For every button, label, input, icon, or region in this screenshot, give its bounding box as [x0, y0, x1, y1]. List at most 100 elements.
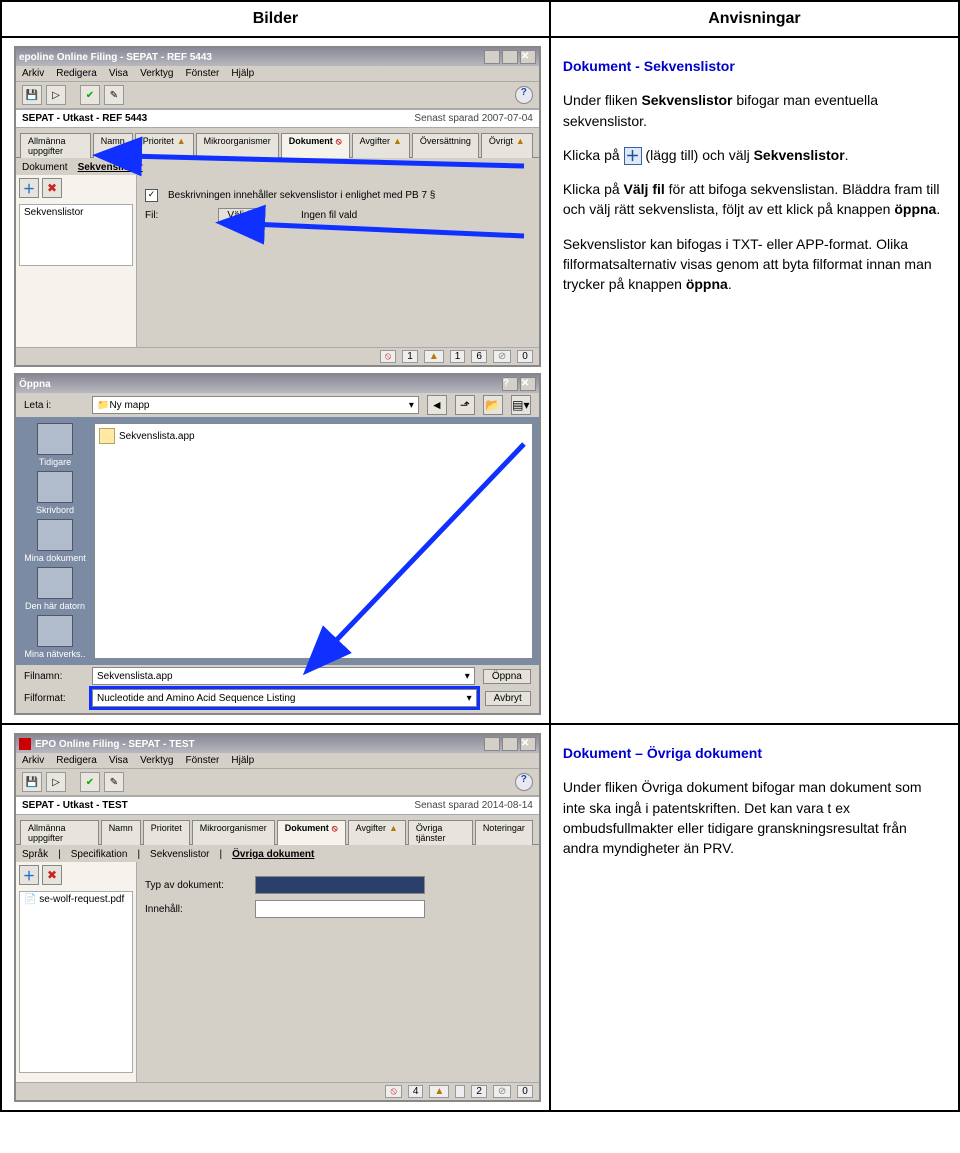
tab[interactable]: Allmänna uppgifter	[20, 820, 99, 845]
minimize-icon[interactable]	[484, 50, 500, 64]
draft-label: SEPAT - Utkast - TEST	[22, 800, 128, 811]
menu-bar: Arkiv Redigera Visa Verktyg Fönster Hjäl…	[16, 66, 539, 82]
menu-item[interactable]: Fönster	[185, 755, 219, 766]
help-icon[interactable]: ?	[515, 86, 533, 104]
add-icon[interactable]: ＋	[19, 178, 39, 198]
menu-item[interactable]: Fönster	[185, 68, 219, 79]
place-item[interactable]: Tidigare	[20, 423, 90, 467]
draft-stripe: SEPAT - Utkast - REF 5443 Senast sparad …	[16, 109, 539, 128]
app-title: EPO Online Filing - SEPAT - TEST	[35, 739, 195, 750]
tab-strip: Allmänna uppgifter Namn Prioritet▲ Mikro…	[16, 128, 539, 158]
instr-heading: Dokument - Sekvenslistor	[563, 58, 735, 74]
subtab-strip: Dokument Sekvenslistor	[16, 158, 539, 175]
instr-heading: Dokument – Övriga dokument	[563, 745, 762, 761]
view-icon[interactable]: ▤▾	[511, 395, 531, 415]
back-icon[interactable]: ◄	[427, 395, 447, 415]
tab[interactable]: Övrigt▲	[481, 133, 533, 158]
tab[interactable]: Avgifter▲	[352, 133, 410, 158]
file-row[interactable]: Sekvenslista.app	[99, 428, 528, 444]
tab[interactable]: Mikroorganismer	[196, 133, 279, 158]
saved-date: Senast sparad 2007-07-04	[414, 113, 532, 124]
toolbar: 💾 ▷ ✔ ✎ ?	[16, 82, 539, 109]
fil-label: Fil:	[145, 210, 158, 221]
close-icon[interactable]: ✕	[520, 737, 536, 751]
subtab-active[interactable]: Övriga dokument	[232, 849, 314, 860]
help-icon[interactable]: ?	[515, 773, 533, 791]
menu-item[interactable]: Hjälp	[231, 755, 254, 766]
menu-item[interactable]: Verktyg	[140, 68, 173, 79]
up-icon[interactable]: ⬏	[455, 395, 475, 415]
menu-item[interactable]: Verktyg	[140, 755, 173, 766]
tab[interactable]: Noteringar	[475, 820, 533, 845]
tab[interactable]: Prioritet▲	[135, 133, 194, 158]
list-item[interactable]: Sekvenslistor	[20, 205, 132, 220]
dlg-help-icon[interactable]: ?	[502, 377, 518, 391]
innehall-label: Innehåll:	[145, 904, 245, 915]
print-icon[interactable]: ▷	[46, 85, 66, 105]
typ-input[interactable]	[255, 876, 425, 894]
tab[interactable]: Namn	[93, 133, 133, 158]
maximize-icon[interactable]	[502, 737, 518, 751]
menu-item[interactable]: Arkiv	[22, 755, 44, 766]
app-title: epoline Online Filing - SEPAT - REF 5443	[19, 52, 212, 63]
typ-label: Typ av dokument:	[145, 880, 245, 891]
subtab[interactable]: Specifikation	[71, 849, 128, 860]
menu-item[interactable]: Arkiv	[22, 68, 44, 79]
subtab[interactable]: Dokument	[22, 162, 68, 173]
tab[interactable]: Avgifter▲	[348, 820, 406, 845]
filformat-combo[interactable]: Nucleotide and Amino Acid Sequence Listi…	[92, 689, 477, 707]
menu-item[interactable]: Visa	[109, 68, 128, 79]
place-item[interactable]: Mina dokument	[20, 519, 90, 563]
checkbox[interactable]: ✓	[145, 189, 158, 202]
add-icon[interactable]: ＋	[19, 865, 39, 885]
maximize-icon[interactable]	[502, 50, 518, 64]
filnamn-input[interactable]: Sekvenslista.app▾	[92, 667, 475, 685]
check-icon[interactable]: ✔	[80, 85, 100, 105]
tab-active[interactable]: Dokument⦸	[277, 820, 346, 845]
save-icon[interactable]: 💾	[22, 772, 42, 792]
instructions-2: Dokument – Övriga dokument Under fliken …	[563, 743, 946, 858]
menu-item[interactable]: Redigera	[56, 755, 97, 766]
sign-icon[interactable]: ✎	[104, 772, 124, 792]
cancel-button[interactable]: Avbryt	[485, 691, 531, 706]
tab[interactable]: Övriga tjänster	[408, 820, 473, 845]
valj-fil-button[interactable]: Välj fil	[218, 208, 263, 223]
place-item[interactable]: Mina nätverks..	[20, 615, 90, 659]
instr-text: Under fliken Övriga dokument bifogar man…	[563, 777, 946, 858]
tab[interactable]: Prioritet	[143, 820, 190, 845]
folder-combo[interactable]: 📁 Ny mapp ▾	[92, 396, 419, 414]
tab[interactable]: Namn	[101, 820, 141, 845]
filformat-label: Filformat:	[24, 693, 84, 704]
app-ovriga: EPO Online Filing - SEPAT - TEST ✕ Arkiv…	[14, 733, 541, 1102]
menu-item[interactable]: Visa	[109, 755, 128, 766]
close-icon[interactable]: ✕	[520, 377, 536, 391]
sign-icon[interactable]: ✎	[104, 85, 124, 105]
innehall-input[interactable]	[255, 900, 425, 918]
save-icon[interactable]: 💾	[22, 85, 42, 105]
tab-active[interactable]: Dokument⦸	[281, 133, 350, 158]
status-val: 1	[402, 350, 418, 363]
menu-item[interactable]: Redigera	[56, 68, 97, 79]
print-icon[interactable]: ▷	[46, 772, 66, 792]
place-item[interactable]: Skrivbord	[20, 471, 90, 515]
subtab[interactable]: Språk	[22, 849, 48, 860]
file-area[interactable]: Sekvenslista.app	[94, 423, 533, 659]
check-icon[interactable]: ✔	[80, 772, 100, 792]
delete-icon[interactable]: ✖	[42, 178, 62, 198]
menu-item[interactable]: Hjälp	[231, 68, 254, 79]
open-button[interactable]: Öppna	[483, 669, 531, 684]
newfolder-icon[interactable]: 📂	[483, 395, 503, 415]
tab[interactable]: Mikroorganismer	[192, 820, 275, 845]
list-item[interactable]: 📄 se-wolf-request.pdf	[20, 892, 132, 907]
status-val: 6	[471, 350, 487, 363]
delete-icon[interactable]: ✖	[42, 865, 62, 885]
subtab[interactable]: Sekvenslistor	[150, 849, 209, 860]
tab[interactable]: Allmänna uppgifter	[20, 133, 91, 158]
tab[interactable]: Översättning	[412, 133, 479, 158]
place-item[interactable]: Den här datorn	[20, 567, 90, 611]
subtab-active[interactable]: Sekvenslistor	[78, 162, 143, 173]
titlebar: epoline Online Filing - SEPAT - REF 5443…	[16, 48, 539, 66]
close-icon[interactable]: ✕	[520, 50, 536, 64]
minimize-icon[interactable]	[484, 737, 500, 751]
sidebar-list: Sekvenslistor	[19, 204, 133, 266]
